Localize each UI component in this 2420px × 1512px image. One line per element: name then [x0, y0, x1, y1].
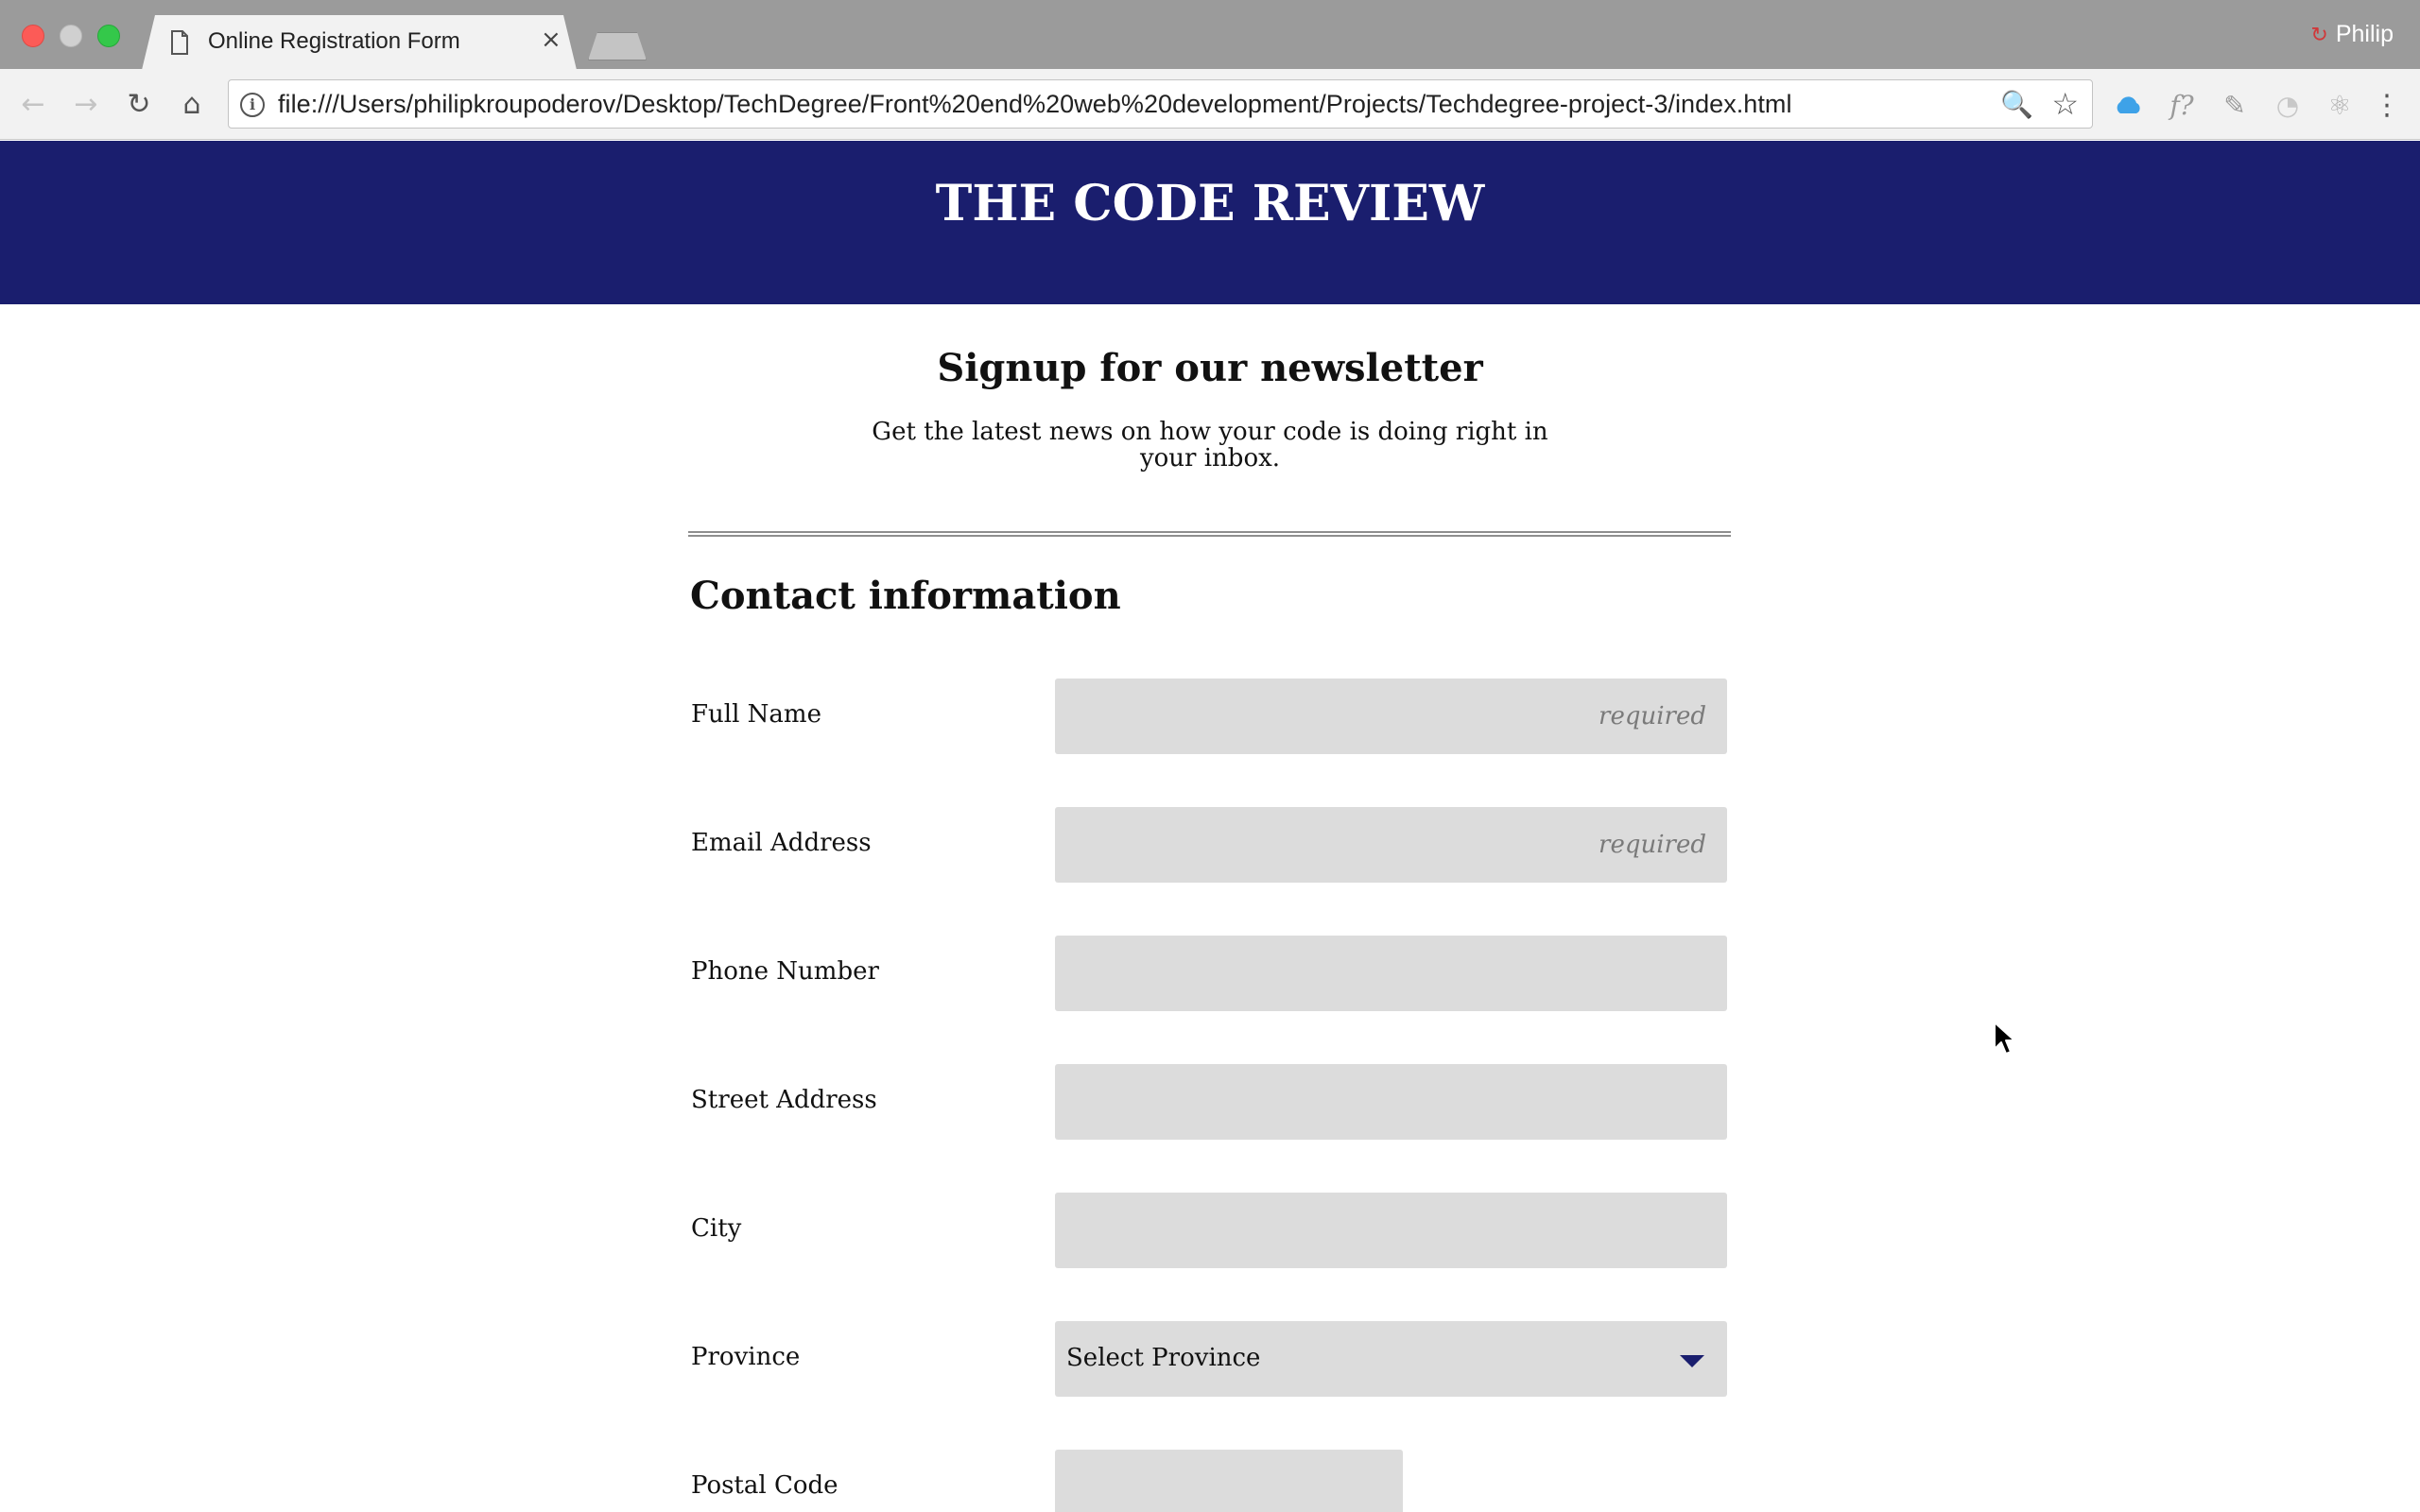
- province-select[interactable]: Select Province: [1055, 1321, 1727, 1397]
- cloud-extension-icon[interactable]: [2109, 86, 2147, 124]
- postal-code-input[interactable]: [1055, 1450, 1403, 1512]
- home-icon[interactable]: ⌂: [172, 84, 212, 124]
- new-tab-button[interactable]: [588, 32, 647, 60]
- react-extension-icon[interactable]: ⚛: [2321, 86, 2359, 124]
- address-bar[interactable]: i file:///Users/philipkroupoderov/Deskto…: [228, 79, 2093, 129]
- bookmark-star-icon[interactable]: ☆: [2051, 86, 2079, 122]
- zoom-icon[interactable]: 🔍: [2000, 89, 2033, 120]
- browser-toolbar: ← → ↻ ⌂ i file:///Users/philipkroupodero…: [0, 69, 2420, 140]
- mouse-cursor-icon: [1994, 1022, 2015, 1055]
- window-maximize-button[interactable]: [97, 25, 120, 47]
- page-icon: [171, 30, 188, 55]
- profile-button[interactable]: ↻ Philip: [2310, 21, 2394, 48]
- full-name-input[interactable]: [1055, 679, 1727, 754]
- section-divider: [688, 531, 1731, 537]
- province-label: Province: [691, 1343, 801, 1371]
- phone-label: Phone Number: [691, 957, 879, 986]
- info-icon[interactable]: i: [240, 93, 265, 117]
- city-label: City: [691, 1214, 742, 1243]
- url-text[interactable]: file:///Users/philipkroupoderov/Desktop/…: [278, 90, 1792, 119]
- email-input[interactable]: [1055, 807, 1727, 883]
- email-label: Email Address: [691, 829, 872, 857]
- street-address-label: Street Address: [691, 1086, 877, 1114]
- reload-icon[interactable]: ↻: [119, 84, 159, 124]
- city-input[interactable]: [1055, 1193, 1727, 1268]
- phone-input[interactable]: [1055, 936, 1727, 1011]
- back-icon[interactable]: ←: [13, 84, 53, 124]
- tab-title: Online Registration Form: [208, 28, 460, 54]
- full-name-label: Full Name: [691, 700, 821, 729]
- browser-tabstrip: Online Registration Form × ↻ Philip: [0, 0, 2420, 70]
- dropdown-arrow-icon: [1680, 1355, 1704, 1367]
- profile-name: Philip: [2335, 21, 2394, 47]
- contact-section-title: Contact information: [690, 574, 1121, 618]
- newsletter-title: Signup for our newsletter: [937, 346, 1483, 390]
- browser-tab-active[interactable]: Online Registration Form ×: [142, 15, 577, 70]
- window-close-button[interactable]: [22, 25, 44, 47]
- newsletter-description: Get the latest news on how your code is …: [872, 418, 1548, 472]
- sync-icon: ↻: [2310, 24, 2328, 47]
- pen-extension-icon[interactable]: ✎: [2216, 86, 2254, 124]
- browser-menu-icon[interactable]: ⋮: [2368, 86, 2406, 124]
- province-selected-value: Select Province: [1066, 1344, 1261, 1372]
- swirl-extension-icon[interactable]: ◔: [2269, 86, 2307, 124]
- postal-code-label: Postal Code: [691, 1471, 838, 1500]
- forward-icon[interactable]: →: [66, 84, 106, 124]
- font-extension-icon[interactable]: f?: [2163, 86, 2201, 124]
- site-title: THE CODE REVIEW: [935, 175, 1485, 232]
- tab-close-icon[interactable]: ×: [541, 26, 562, 54]
- window-minimize-button[interactable]: [60, 25, 82, 47]
- street-address-input[interactable]: [1055, 1064, 1727, 1140]
- site-header: THE CODE REVIEW: [0, 141, 2420, 304]
